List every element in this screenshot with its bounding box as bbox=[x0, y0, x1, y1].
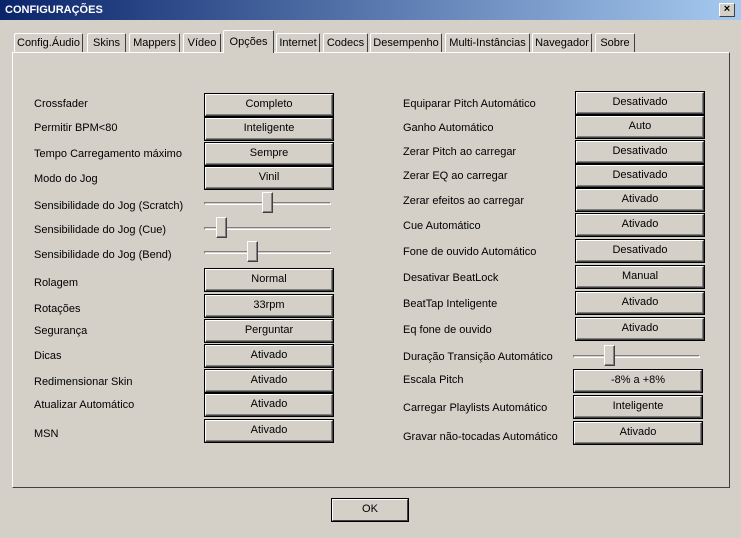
auto-gain-label: Ganho Automático bbox=[403, 122, 494, 134]
pitch-scale-label: Escala Pitch bbox=[403, 374, 464, 386]
jog-mode-button[interactable]: Vinil bbox=[205, 167, 333, 189]
msn-button[interactable]: Ativado bbox=[205, 420, 333, 442]
bpm-label: Permitir BPM<80 bbox=[34, 122, 118, 134]
ok-button[interactable]: OK bbox=[332, 499, 408, 521]
transition-duration-label: Duração Transição Automático bbox=[403, 351, 553, 363]
crossfader-label: Crossfader bbox=[34, 98, 88, 110]
load-time-button[interactable]: Sempre bbox=[205, 143, 333, 165]
reset-eq-label: Zerar EQ ao carregar bbox=[403, 170, 508, 182]
tab-skins[interactable]: Skins bbox=[87, 33, 126, 52]
rpm-button[interactable]: 33rpm bbox=[205, 295, 333, 317]
jog-cue-slider[interactable] bbox=[204, 217, 331, 239]
jog-scratch-label: Sensibilidade do Jog (Scratch) bbox=[34, 200, 184, 212]
slider-thumb[interactable] bbox=[247, 241, 258, 262]
crossfader-button[interactable]: Completo bbox=[205, 94, 333, 116]
slider-thumb[interactable] bbox=[262, 192, 273, 213]
reset-pitch-button[interactable]: Desativado bbox=[576, 141, 704, 163]
resize-skin-button[interactable]: Ativado bbox=[205, 370, 333, 392]
beattap-label: BeatTap Inteligente bbox=[403, 298, 498, 310]
reset-effects-button[interactable]: Ativado bbox=[576, 189, 704, 211]
security-button[interactable]: Perguntar bbox=[205, 320, 333, 342]
msn-label: MSN bbox=[34, 428, 59, 440]
tab-config-audio[interactable]: Config.Áudio bbox=[14, 33, 83, 52]
tips-button[interactable]: Ativado bbox=[205, 345, 333, 367]
jog-mode-label: Modo do Jog bbox=[34, 173, 98, 185]
auto-cue-label: Cue Automático bbox=[403, 220, 481, 232]
tab-opcoes[interactable]: Opções bbox=[223, 30, 274, 53]
rpm-label: Rotações bbox=[34, 303, 81, 315]
jog-cue-label: Sensibilidade do Jog (Cue) bbox=[34, 224, 167, 236]
slider-track bbox=[204, 251, 331, 254]
tab-internet[interactable]: Internet bbox=[276, 33, 320, 52]
pitch-scale-button[interactable]: -8% a +8% bbox=[574, 370, 702, 392]
auto-headphone-button[interactable]: Desativado bbox=[576, 240, 704, 262]
window-title: CONFIGURAÇÕES bbox=[5, 4, 103, 16]
scroll-label: Rolagem bbox=[34, 277, 79, 289]
record-unplayed-button[interactable]: Ativado bbox=[574, 422, 702, 444]
tab-navegador[interactable]: Navegador bbox=[532, 33, 592, 52]
slider-thumb[interactable] bbox=[604, 345, 615, 366]
auto-update-label: Atualizar Automático bbox=[34, 399, 135, 411]
headphone-eq-label: Eq fone de ouvido bbox=[403, 324, 492, 336]
tab-codecs[interactable]: Codecs bbox=[323, 33, 368, 52]
tab-mappers[interactable]: Mappers bbox=[129, 33, 180, 52]
beattap-button[interactable]: Ativado bbox=[576, 292, 704, 314]
tab-multi-instancias[interactable]: Multi-Instâncias bbox=[445, 33, 530, 52]
auto-headphone-label: Fone de ouvido Automático bbox=[403, 246, 537, 258]
tips-label: Dicas bbox=[34, 350, 62, 362]
jog-scratch-slider[interactable] bbox=[204, 192, 331, 214]
auto-gain-button[interactable]: Auto bbox=[576, 116, 704, 138]
slider-thumb[interactable] bbox=[216, 217, 227, 238]
reset-eq-button[interactable]: Desativado bbox=[576, 165, 704, 187]
scroll-button[interactable]: Normal bbox=[205, 269, 333, 291]
headphone-eq-button[interactable]: Ativado bbox=[576, 318, 704, 340]
beatlock-button[interactable]: Manual bbox=[576, 266, 704, 288]
reset-pitch-label: Zerar Pitch ao carregar bbox=[403, 146, 517, 158]
auto-playlists-button[interactable]: Inteligente bbox=[574, 396, 702, 418]
auto-cue-button[interactable]: Ativado bbox=[576, 214, 704, 236]
auto-playlists-label: Carregar Playlists Automático bbox=[403, 402, 548, 414]
close-icon: × bbox=[723, 3, 731, 15]
auto-update-button[interactable]: Ativado bbox=[205, 394, 333, 416]
jog-bend-slider[interactable] bbox=[204, 241, 331, 263]
load-time-label: Tempo Carregamento máximo bbox=[34, 148, 182, 160]
auto-match-pitch-button[interactable]: Desativado bbox=[576, 92, 704, 114]
tab-sobre[interactable]: Sobre bbox=[595, 33, 635, 52]
reset-effects-label: Zerar efeitos ao carregar bbox=[403, 195, 525, 207]
beatlock-label: Desativar BeatLock bbox=[403, 272, 499, 284]
close-button[interactable]: × bbox=[719, 3, 735, 17]
title-bar: CONFIGURAÇÕES × bbox=[0, 0, 741, 20]
security-label: Segurança bbox=[34, 325, 88, 337]
bpm-button[interactable]: Inteligente bbox=[205, 118, 333, 140]
tab-desempenho[interactable]: Desempenho bbox=[370, 33, 442, 52]
slider-track bbox=[573, 355, 700, 358]
resize-skin-label: Redimensionar Skin bbox=[34, 376, 133, 388]
auto-match-pitch-label: Equiparar Pitch Automático bbox=[403, 98, 536, 110]
transition-duration-slider[interactable] bbox=[573, 345, 700, 367]
record-unplayed-label: Gravar não-tocadas Automático bbox=[403, 431, 558, 443]
jog-bend-label: Sensibilidade do Jog (Bend) bbox=[34, 249, 172, 261]
tab-video[interactable]: Vídeo bbox=[183, 33, 221, 52]
